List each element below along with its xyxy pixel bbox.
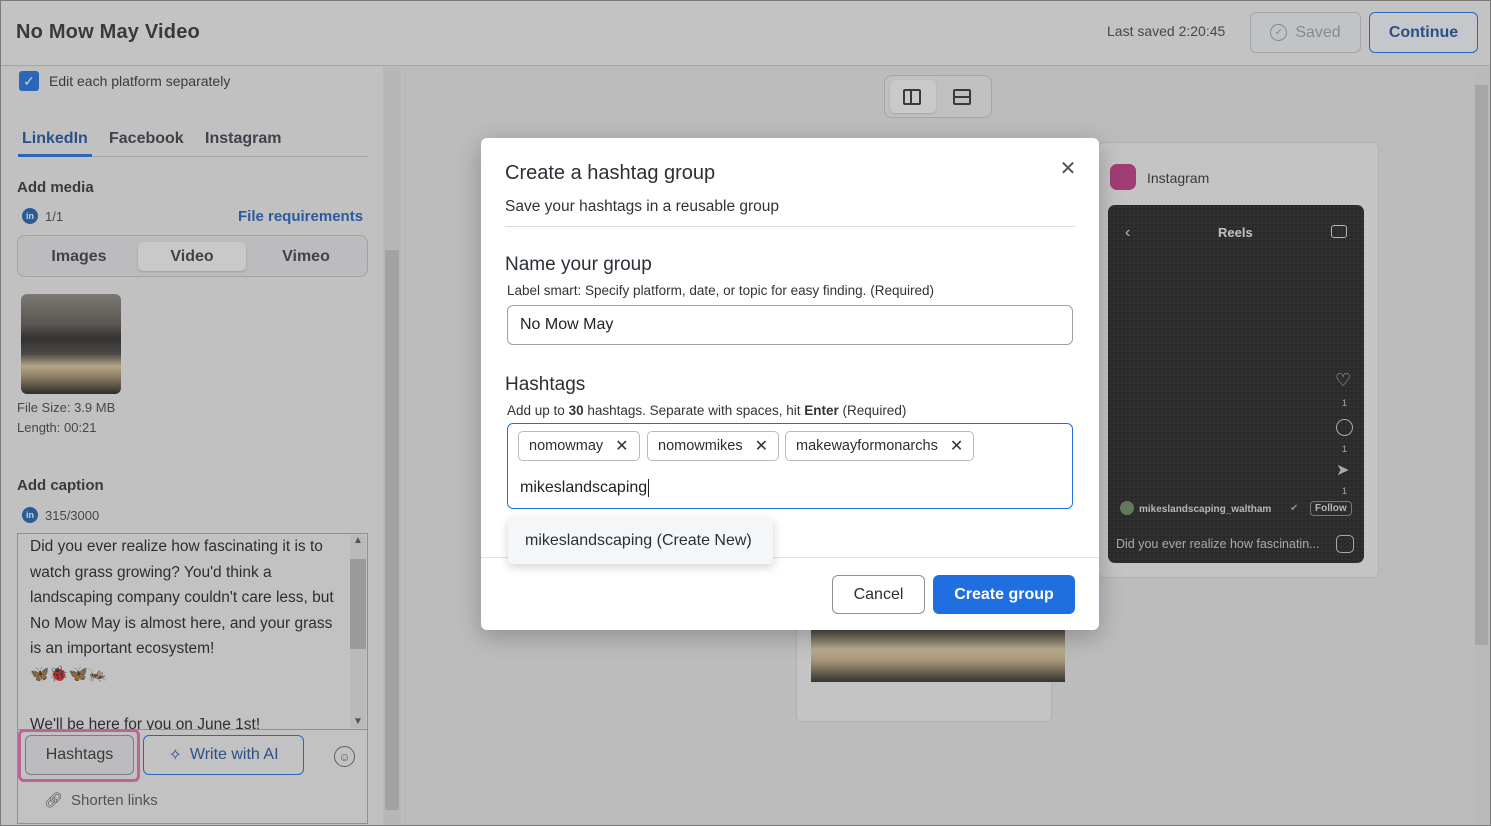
window-frame — [0, 0, 1491, 826]
